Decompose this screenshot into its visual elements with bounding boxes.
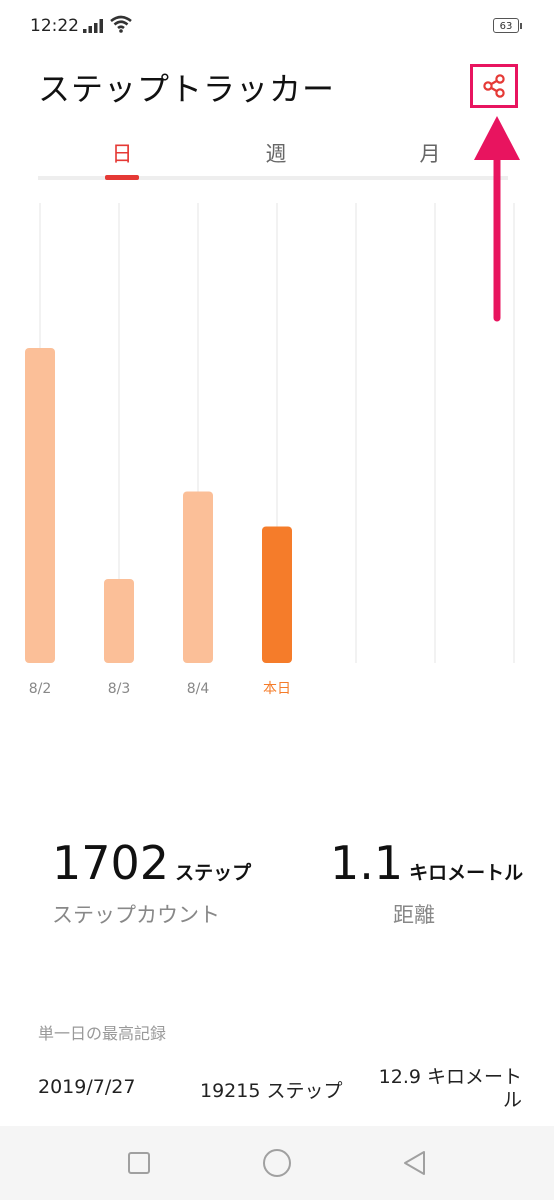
record-date: 2019/7/27: [38, 1076, 136, 1098]
distance-stat: 1.1 キロメートル: [330, 836, 523, 890]
navigation-bar: [0, 1126, 554, 1200]
back-icon[interactable]: [402, 1150, 428, 1176]
distance-value: 1.1: [330, 836, 404, 890]
status-time: 12:22: [30, 16, 79, 36]
steps-unit: ステップ: [175, 862, 252, 884]
distance-label: 距離: [393, 903, 435, 927]
chart-tick-label: 8/2: [29, 681, 52, 697]
chart-tick-label: 8/4: [187, 681, 210, 697]
battery-icon: 63: [493, 18, 519, 33]
chart-bar[interactable]: [25, 348, 55, 663]
record-distance: 12.9 キロメートル: [378, 1066, 522, 1111]
tab-week[interactable]: 週: [266, 138, 287, 168]
steps-label: ステップカウント: [52, 903, 220, 927]
tab-underline-active: [105, 175, 139, 180]
chart-tick-label: 本日: [263, 681, 291, 697]
steps-value: 1702: [52, 836, 170, 890]
share-icon: [483, 74, 505, 98]
record-steps: 19215 ステップ: [200, 1080, 343, 1102]
battery-tip: [520, 23, 522, 29]
steps-stat: 1702 ステップ: [52, 836, 251, 890]
chart-tick-label: 8/3: [108, 681, 131, 697]
home-icon[interactable]: [262, 1148, 292, 1178]
wifi-icon: [110, 15, 132, 33]
step-chart: 8/2 8/3 8/4 本日: [25, 203, 515, 697]
record-title: 単一日の最高記録: [38, 1024, 167, 1043]
recent-apps-icon[interactable]: [128, 1152, 150, 1174]
signal-icon: [83, 19, 103, 33]
tab-month[interactable]: 月: [420, 138, 441, 168]
chart-bar[interactable]: [262, 526, 292, 664]
chart-bar[interactable]: [104, 579, 134, 663]
chart-bar[interactable]: [183, 491, 213, 664]
distance-unit: キロメートル: [409, 862, 524, 884]
share-button[interactable]: [470, 64, 518, 108]
page-title: ステップトラッカー: [38, 70, 336, 108]
tab-day[interactable]: 日: [112, 138, 133, 168]
